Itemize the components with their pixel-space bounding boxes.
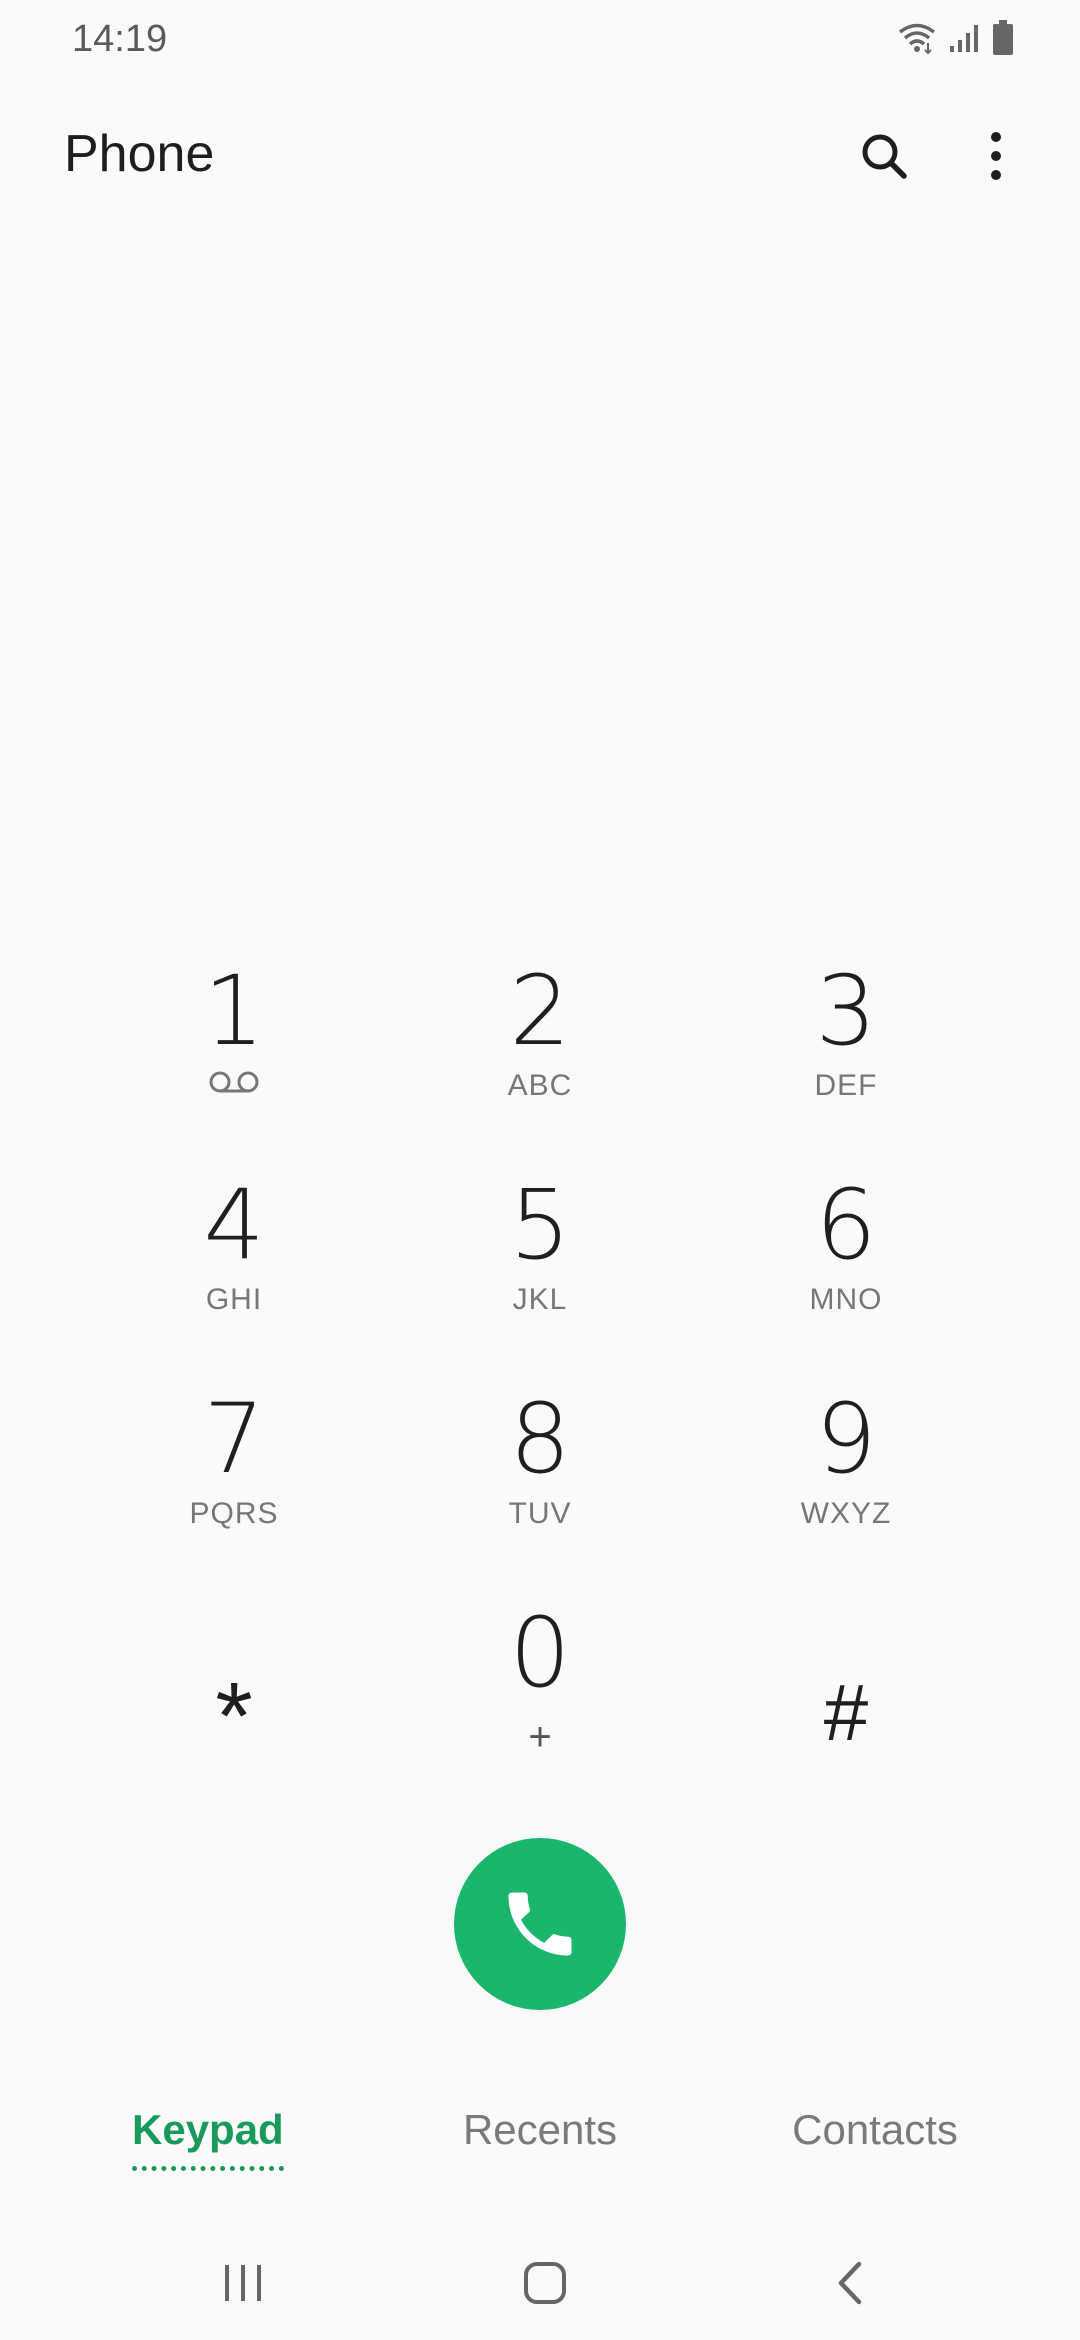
- recent-apps-icon: [225, 2265, 261, 2301]
- call-button[interactable]: [454, 1838, 626, 2010]
- bottom-tabs: Keypad Recents Contacts: [0, 2100, 1080, 2190]
- key-digit: 3: [815, 955, 877, 1067]
- voicemail-icon: [208, 1069, 260, 1105]
- key-4[interactable]: 4 GHI: [81, 1149, 387, 1363]
- key-7[interactable]: 7 PQRS: [81, 1363, 387, 1577]
- back-icon: [838, 2261, 862, 2305]
- key-letters: TUV: [508, 1497, 572, 1530]
- wifi-icon: [898, 21, 936, 60]
- key-digit: 9: [815, 1383, 877, 1495]
- keypad-row: 4 GHI 5 JKL 6 MNO: [0, 1149, 1080, 1363]
- key-2[interactable]: 2 ABC: [387, 935, 693, 1149]
- more-options-icon: [991, 132, 1001, 180]
- keypad-row: * 0 + #: [0, 1577, 1080, 1791]
- key-6[interactable]: 6 MNO: [693, 1149, 999, 1363]
- key-0[interactable]: 0 +: [387, 1577, 693, 1791]
- status-icons: [898, 20, 1014, 61]
- home-button[interactable]: [505, 2248, 585, 2318]
- key-8[interactable]: 8 TUV: [387, 1363, 693, 1577]
- app-actions: [856, 128, 1024, 184]
- tab-keypad[interactable]: Keypad: [132, 2106, 284, 2154]
- active-tab-indicator: [132, 2166, 284, 2171]
- key-digit: 5: [509, 1169, 571, 1281]
- signal-icon: [948, 22, 980, 59]
- home-icon: [524, 2262, 566, 2304]
- keypad-row: 1 2 ABC 3 DEF: [0, 935, 1080, 1149]
- key-digit: 6: [815, 1169, 877, 1281]
- key-letters: ABC: [507, 1069, 573, 1102]
- key-digit: *: [215, 1663, 253, 1770]
- search-icon: [862, 134, 907, 179]
- key-letters: +: [528, 1715, 552, 1759]
- recent-apps-button[interactable]: [203, 2248, 283, 2318]
- key-9[interactable]: 9 WXYZ: [693, 1363, 999, 1577]
- key-digit: 7: [203, 1383, 265, 1495]
- battery-icon: [992, 20, 1014, 61]
- key-digit: #: [823, 1668, 869, 1757]
- key-1[interactable]: 1: [81, 935, 387, 1149]
- key-star[interactable]: *: [81, 1577, 387, 1791]
- key-3[interactable]: 3 DEF: [693, 935, 999, 1149]
- key-hash[interactable]: #: [693, 1577, 999, 1791]
- more-options-button[interactable]: [968, 128, 1024, 184]
- tab-contacts[interactable]: Contacts: [770, 2106, 980, 2154]
- key-digit: 1: [203, 955, 265, 1067]
- key-digit: 2: [509, 955, 571, 1067]
- key-letters: MNO: [809, 1283, 883, 1316]
- status-bar: 14:19: [0, 0, 1080, 84]
- back-button[interactable]: [810, 2248, 890, 2318]
- system-nav-bar: [0, 2230, 1080, 2340]
- key-letters: JKL: [512, 1283, 568, 1316]
- key-letters: DEF: [814, 1069, 878, 1102]
- key-5[interactable]: 5 JKL: [387, 1149, 693, 1363]
- key-letters: GHI: [205, 1283, 263, 1316]
- key-digit: 8: [509, 1383, 571, 1495]
- dial-keypad: 1 2 ABC 3 DEF 4 GHI 5 JKL 6 MNO 7 PQRS 8…: [0, 935, 1080, 1791]
- key-letters: PQRS: [189, 1497, 279, 1530]
- phone-icon: [508, 1892, 572, 1956]
- page-title: Phone: [64, 125, 215, 183]
- status-time: 14:19: [72, 18, 168, 60]
- key-digit: 4: [203, 1169, 265, 1281]
- phone-app-screen: 14:19 Phone 1 2 ABC 3 DEF 4 GHI 5 JKL 6 …: [0, 0, 1080, 2340]
- tab-recents[interactable]: Recents: [440, 2106, 640, 2154]
- key-digit: 0: [509, 1597, 571, 1709]
- keypad-row: 7 PQRS 8 TUV 9 WXYZ: [0, 1363, 1080, 1577]
- app-bar: Phone: [0, 110, 1080, 206]
- key-letters: WXYZ: [800, 1497, 892, 1530]
- search-button[interactable]: [856, 128, 912, 184]
